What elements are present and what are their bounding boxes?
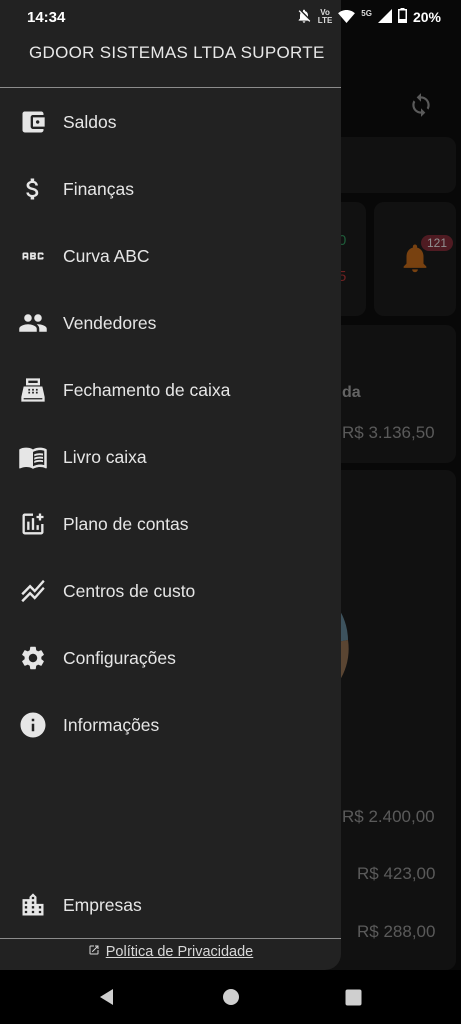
recents-icon[interactable] [342, 986, 364, 1008]
system-nav-bar [0, 970, 461, 1024]
drawer-company-name: GDOOR SISTEMAS LTDA SUPORTE [29, 43, 325, 62]
battery-percent: 20% [412, 9, 441, 25]
stacked-line-icon [18, 576, 48, 606]
wallet-icon [18, 107, 48, 137]
privacy-policy-link[interactable]: Política de Privacidade [106, 944, 254, 960]
menu-label: Plano de contas [63, 513, 189, 534]
menu-item-curva-abc[interactable]: Curva ABC [0, 228, 341, 284]
menu-item-informacoes[interactable]: Informações [0, 697, 341, 753]
navigation-drawer: GDOOR SISTEMAS LTDA SUPORTE Saldos Finan… [0, 0, 341, 970]
menu-item-fechamento-caixa[interactable]: Fechamento de caixa [0, 362, 341, 418]
volte-icon: Vo LTE [317, 8, 333, 25]
network-type: 5G [361, 8, 372, 18]
book-icon [18, 442, 48, 472]
status-icons: Vo LTE 5G 20% [296, 8, 441, 27]
building-icon [18, 890, 48, 920]
battery-icon [397, 8, 407, 26]
cash-register-icon [18, 375, 48, 405]
people-icon [18, 308, 48, 338]
menu-item-centros-custo[interactable]: Centros de custo [0, 563, 341, 619]
menu-label: Finanças [63, 178, 135, 199]
menu-item-saldos[interactable]: Saldos [0, 94, 341, 150]
wifi-icon [338, 9, 356, 26]
menu-item-plano-contas[interactable]: Plano de contas [0, 496, 341, 552]
menu-label: Fechamento de caixa [63, 379, 231, 400]
menu-label: Configurações [63, 647, 176, 668]
signal-icon [377, 8, 392, 26]
menu-item-configuracoes[interactable]: Configurações [0, 630, 341, 686]
menu-item-financas[interactable]: Finanças [0, 161, 341, 217]
menu-item-livro-caixa[interactable]: Livro caixa [0, 429, 341, 485]
external-link-icon [88, 944, 100, 960]
menu-label: Saldos [63, 111, 117, 132]
chart-add-icon [18, 509, 48, 539]
footer-divider [0, 938, 341, 939]
menu-label: Vendedores [63, 312, 157, 333]
privacy-policy[interactable]: Política de Privacidade [0, 944, 341, 960]
home-icon[interactable] [220, 986, 242, 1008]
status-time: 14:34 [27, 8, 66, 26]
header-divider [0, 87, 341, 88]
gear-icon [18, 643, 48, 673]
menu-item-empresas[interactable]: Empresas [0, 877, 341, 933]
dollar-icon [18, 174, 48, 204]
menu-label: Empresas [63, 894, 142, 915]
menu-item-vendedores[interactable]: Vendedores [0, 295, 341, 351]
info-icon [18, 710, 48, 740]
muted-bell-icon [296, 8, 312, 27]
abc-icon [18, 241, 48, 271]
back-icon[interactable] [96, 986, 118, 1008]
status-bar: 14:34 Vo LTE 5G 20% [0, 0, 461, 34]
menu-label: Informações [63, 714, 160, 735]
menu-label: Livro caixa [63, 446, 147, 467]
menu-label: Centros de custo [63, 580, 196, 601]
menu-label: Curva ABC [63, 245, 150, 266]
